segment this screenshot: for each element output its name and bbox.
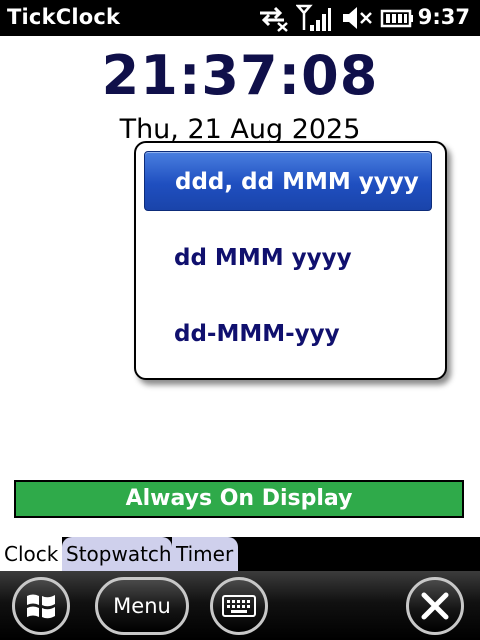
app-title: TickClock	[7, 5, 121, 29]
date-format-option[interactable]: ddd, dd MMM yyyy	[144, 151, 432, 211]
signal-strength-icon	[296, 4, 331, 31]
keyboard-icon	[222, 595, 256, 617]
tab-stopwatch[interactable]: Stopwatch	[62, 537, 172, 571]
windows-flag-icon	[27, 594, 55, 619]
status-time: 9:37	[417, 5, 470, 29]
battery-icon	[380, 9, 413, 28]
date-format-option[interactable]: dd-MMM-yyy	[144, 304, 432, 364]
menu-button[interactable]: Menu	[95, 577, 189, 635]
clock-time: 21:37:08	[101, 44, 379, 107]
tab-clock[interactable]: Clock	[0, 537, 62, 571]
speaker-muted-icon	[343, 7, 372, 29]
keyboard-button[interactable]	[210, 577, 268, 635]
tab-timer[interactable]: Timer	[172, 537, 238, 571]
date-format-option[interactable]: dd MMM yyyy	[144, 228, 432, 288]
tab-bar: Clock Stopwatch Timer	[0, 537, 480, 571]
date-format-dropdown: ddd, dd MMM yyyy dd MMM yyyy dd-MMM-yyy	[134, 141, 447, 380]
close-icon	[421, 592, 449, 620]
softkey-bar: Menu	[0, 571, 480, 640]
start-button[interactable]	[12, 577, 70, 635]
always-on-display-button[interactable]: Always On Display	[14, 480, 464, 518]
menu-label: Menu	[113, 594, 171, 618]
close-button[interactable]	[406, 577, 464, 635]
status-bar: TickClock 9:37	[0, 0, 480, 36]
data-connection-icon	[260, 6, 288, 32]
